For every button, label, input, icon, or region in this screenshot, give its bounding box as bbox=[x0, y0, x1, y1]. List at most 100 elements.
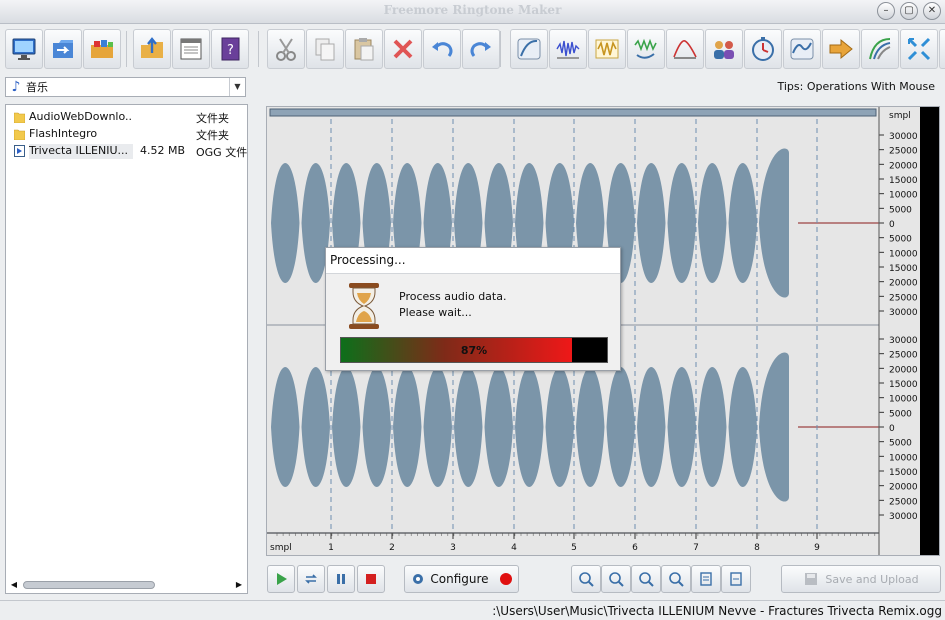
y-tick-label: 5000 bbox=[889, 205, 912, 215]
y-tick-label: 15000 bbox=[889, 264, 918, 274]
loop-button[interactable] bbox=[297, 565, 325, 593]
echo-button[interactable] bbox=[627, 29, 665, 69]
zoom-in-icon bbox=[579, 572, 594, 587]
progress-bar: 87% bbox=[340, 337, 608, 363]
fade-button[interactable] bbox=[510, 29, 548, 69]
paste-button[interactable] bbox=[345, 29, 383, 69]
y-tick-label: 10000 bbox=[889, 395, 918, 405]
timer-button[interactable] bbox=[744, 29, 782, 69]
file-list[interactable]: ◀ ▶ AudioWebDownlo... 文件夹 FlashIntegro 文件夹 T… bbox=[5, 104, 248, 594]
cut-icon bbox=[276, 38, 296, 61]
envelope-button[interactable] bbox=[666, 29, 704, 69]
fade-icon bbox=[517, 38, 541, 60]
play-button[interactable] bbox=[267, 565, 295, 593]
title-bar: Freemore Ringtone Maker – ▢ ✕ bbox=[0, 0, 945, 24]
zoom-vertical-out-button[interactable] bbox=[721, 565, 751, 593]
file-type: 文件夹 bbox=[196, 112, 229, 125]
frequency-button[interactable] bbox=[783, 29, 821, 69]
curve-icon bbox=[869, 38, 891, 60]
voices-icon bbox=[714, 41, 734, 59]
monitor-button[interactable] bbox=[5, 29, 43, 69]
chevron-down-icon[interactable]: ▼ bbox=[229, 78, 245, 96]
delete-button[interactable] bbox=[384, 29, 422, 69]
horizontal-scrollbar[interactable]: ◀ ▶ bbox=[7, 578, 246, 592]
zoom-selection-icon bbox=[639, 572, 654, 587]
help-book-button[interactable]: ? bbox=[211, 29, 249, 69]
speed-button[interactable] bbox=[822, 29, 860, 69]
x-tick-label: 8 bbox=[754, 543, 760, 553]
y-tick-label: 20000 bbox=[889, 483, 918, 493]
echo-icon bbox=[634, 38, 657, 59]
file-list-row[interactable]: Trivecta ILLENIU... 4.52 MB OGG 文件 bbox=[10, 143, 247, 159]
progress-label: 87% bbox=[460, 344, 488, 357]
tips-label: Tips: Operations With Mouse bbox=[777, 80, 936, 93]
export-folder-button[interactable] bbox=[133, 29, 171, 69]
x-tick-label: 7 bbox=[693, 543, 699, 553]
channel-waveform[interactable] bbox=[271, 352, 789, 502]
folder-dropdown-value: 音乐 bbox=[26, 81, 48, 94]
list-window-button[interactable] bbox=[172, 29, 210, 69]
y-tick-label: 20000 bbox=[889, 279, 918, 289]
noise-button[interactable] bbox=[549, 29, 587, 69]
open-file-button[interactable] bbox=[44, 29, 82, 69]
save-and-upload-button[interactable]: Save and Upload bbox=[781, 565, 941, 593]
stop-button[interactable] bbox=[357, 565, 385, 593]
stretch-button[interactable] bbox=[900, 29, 938, 69]
save-disk-icon bbox=[805, 573, 818, 585]
undo-button[interactable] bbox=[423, 29, 461, 69]
zoom-in-horizontal-button[interactable] bbox=[571, 565, 601, 593]
y-unit-label: smpl bbox=[889, 111, 911, 121]
amplify-icon bbox=[595, 39, 619, 59]
toolbar-separator bbox=[500, 31, 501, 67]
copy-button[interactable] bbox=[306, 29, 344, 69]
close-button[interactable]: ✕ bbox=[923, 2, 941, 20]
file-list-row[interactable]: AudioWebDownlo... 文件夹 bbox=[10, 109, 246, 125]
equalizer-button[interactable] bbox=[939, 29, 945, 69]
y-tick-label: 25000 bbox=[889, 351, 918, 361]
window-title: Freemore Ringtone Maker bbox=[383, 3, 562, 17]
toolbar: ? bbox=[0, 27, 945, 73]
scroll-right-icon[interactable]: ▶ bbox=[232, 578, 246, 592]
zoom-out-horizontal-button[interactable] bbox=[601, 565, 631, 593]
audio-file-icon bbox=[14, 145, 25, 157]
file-path: :\Users\User\Music\Trivecta ILLENIUM Nev… bbox=[492, 604, 942, 618]
minimize-button[interactable]: – bbox=[877, 2, 895, 20]
cut-button[interactable] bbox=[267, 29, 305, 69]
pause-button[interactable] bbox=[327, 565, 355, 593]
record-icon bbox=[499, 573, 512, 585]
file-list-row[interactable]: FlashIntegro 文件夹 bbox=[10, 126, 246, 142]
x-tick-label: 1 bbox=[328, 543, 334, 553]
scroll-left-icon[interactable]: ◀ bbox=[7, 578, 21, 592]
list-window-icon bbox=[180, 38, 202, 60]
configure-button[interactable]: Configure bbox=[404, 565, 519, 593]
x-tick-label: 3 bbox=[450, 543, 456, 553]
hourglass-icon bbox=[349, 283, 379, 329]
timer-icon bbox=[752, 37, 774, 61]
curve-button[interactable] bbox=[861, 29, 899, 69]
y-tick-label: 5000 bbox=[889, 439, 912, 449]
y-tick-label: 15000 bbox=[889, 468, 918, 478]
voices-button[interactable] bbox=[705, 29, 743, 69]
overview-bar bbox=[269, 108, 877, 117]
dialog-title: Processing... bbox=[326, 248, 620, 274]
vertical-zoom-in-icon bbox=[700, 572, 712, 586]
y-tick-label: 15000 bbox=[889, 176, 918, 186]
folder-dropdown[interactable]: ♪ 音乐 ▼ bbox=[5, 77, 246, 97]
zoom-selection-button[interactable] bbox=[631, 565, 661, 593]
amplify-button[interactable] bbox=[588, 29, 626, 69]
batch-files-button[interactable] bbox=[83, 29, 121, 69]
svg-text:?: ? bbox=[227, 43, 234, 58]
restore-button[interactable]: ▢ bbox=[900, 2, 918, 20]
batch-files-icon bbox=[91, 40, 113, 58]
zoom-vertical-in-button[interactable] bbox=[691, 565, 721, 593]
scrollbar-thumb[interactable] bbox=[23, 581, 155, 589]
play-icon bbox=[277, 573, 287, 585]
loop-icon bbox=[305, 574, 317, 584]
zoom-all-button[interactable] bbox=[661, 565, 691, 593]
y-tick-label: 5000 bbox=[889, 409, 912, 419]
folder-icon bbox=[14, 129, 25, 140]
x-tick-label: 9 bbox=[814, 543, 820, 553]
toolbar-separator bbox=[126, 31, 127, 67]
file-type: 文件夹 bbox=[196, 129, 229, 142]
redo-button[interactable] bbox=[462, 29, 500, 69]
